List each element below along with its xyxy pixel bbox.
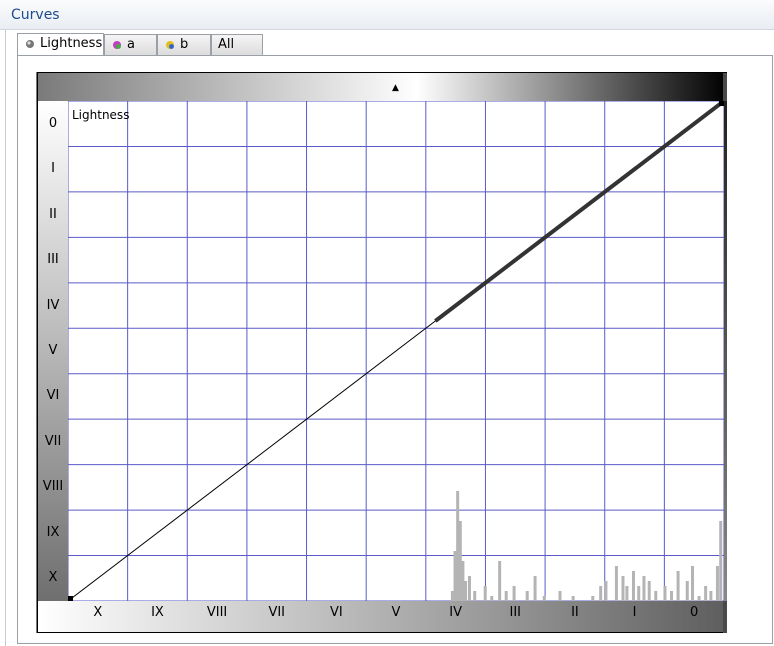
y-tick-label: VI	[46, 388, 60, 404]
x-tick-label: IV	[449, 605, 462, 620]
x-tick-label: V	[391, 605, 401, 620]
histogram-bar	[614, 566, 618, 601]
a-channel-icon	[113, 41, 121, 49]
x-tick-label: X	[93, 605, 103, 620]
tab-label: b	[180, 37, 189, 52]
y-tick-label: VII	[44, 433, 62, 449]
histogram-bar	[461, 561, 465, 601]
pointer-arrow-icon[interactable]: ▲	[392, 83, 399, 93]
b-channel-icon	[166, 41, 174, 49]
y-tick-label: II	[49, 206, 57, 222]
histogram-bar	[691, 566, 695, 601]
curves-editor[interactable]: ▲ Lightness 0 I II III IV V VI VII VIII IX X X IX VII…	[36, 72, 727, 633]
curve-segment-active	[434, 101, 724, 323]
y-tick-label: III	[47, 252, 59, 268]
y-tick-label: IX	[46, 524, 60, 540]
histogram-bar	[458, 521, 462, 601]
histogram-bar	[533, 576, 537, 601]
tab-label: All	[218, 37, 235, 52]
histogram-bar	[464, 581, 468, 601]
x-tick-label: IX	[151, 605, 164, 620]
histogram-bar	[719, 521, 723, 601]
tab-lightness[interactable]: Lightness	[17, 33, 104, 55]
histogram-bar	[498, 561, 502, 601]
histogram-bar	[709, 591, 713, 601]
histogram-bar	[676, 571, 680, 601]
tab-label: a	[127, 37, 135, 52]
histogram-bar	[697, 596, 701, 601]
histogram-bar	[599, 586, 603, 601]
output-gradient-bar	[38, 73, 727, 101]
histogram-bar	[558, 591, 562, 601]
y-tick-label: I	[51, 161, 55, 177]
histogram-bar	[453, 551, 457, 601]
y-tick-label: IV	[46, 297, 60, 313]
lightness-dot-icon	[26, 40, 34, 48]
y-tick-label: VIII	[42, 479, 64, 495]
histogram-bar	[631, 571, 635, 601]
y-tick-label: 0	[48, 115, 58, 131]
curve-endpoint-handle	[719, 101, 724, 106]
tab-all[interactable]: All	[211, 34, 263, 55]
histogram-bar	[504, 591, 508, 601]
histogram-bar	[542, 596, 546, 601]
curve-plot[interactable]	[68, 101, 724, 601]
x-tick-label: II	[571, 605, 579, 620]
histogram-bar	[512, 586, 516, 601]
y-tick-label: V	[48, 343, 58, 358]
curve-plot-area[interactable]	[68, 101, 724, 601]
histogram-bar	[625, 586, 629, 601]
histogram-bar	[663, 586, 667, 601]
x-tick-label: VIII	[206, 605, 228, 620]
histogram-bar	[473, 591, 477, 601]
panel-title: Curves	[11, 7, 60, 23]
curves-panel-header: Curves	[0, 0, 774, 30]
histogram-bar	[637, 586, 641, 601]
histogram-bar	[621, 576, 625, 601]
histogram-bar	[704, 586, 708, 601]
curve-endpoint-handle	[68, 596, 73, 601]
histogram-bar	[670, 591, 674, 601]
tab-label: Lightness	[40, 36, 103, 51]
x-tick-label: I	[632, 605, 637, 620]
tab-b[interactable]: b	[157, 34, 211, 55]
histogram-bar	[642, 576, 646, 601]
histogram-bar	[467, 576, 471, 601]
histogram-bar	[591, 596, 595, 601]
tab-a[interactable]: a	[104, 34, 157, 55]
x-tick-label: 0	[690, 605, 699, 620]
histogram-bar	[715, 566, 719, 601]
histogram-bar	[571, 596, 575, 601]
histogram-bar	[525, 591, 529, 601]
x-tick-label: III	[509, 605, 522, 620]
histogram-bar	[456, 491, 460, 601]
histogram-bar	[604, 581, 608, 601]
x-tick-label: VII	[268, 605, 285, 620]
histogram-bar	[483, 586, 487, 601]
histogram-bar	[654, 591, 658, 601]
x-tick-label: VI	[329, 605, 343, 620]
y-tick-label: X	[48, 570, 58, 586]
histogram-bar	[685, 581, 689, 601]
histogram-bar	[490, 596, 494, 601]
histogram-bar	[647, 581, 651, 601]
panel-left-border	[5, 30, 6, 646]
chart-title: Lightness	[72, 108, 130, 122]
histogram-bar	[450, 591, 454, 601]
